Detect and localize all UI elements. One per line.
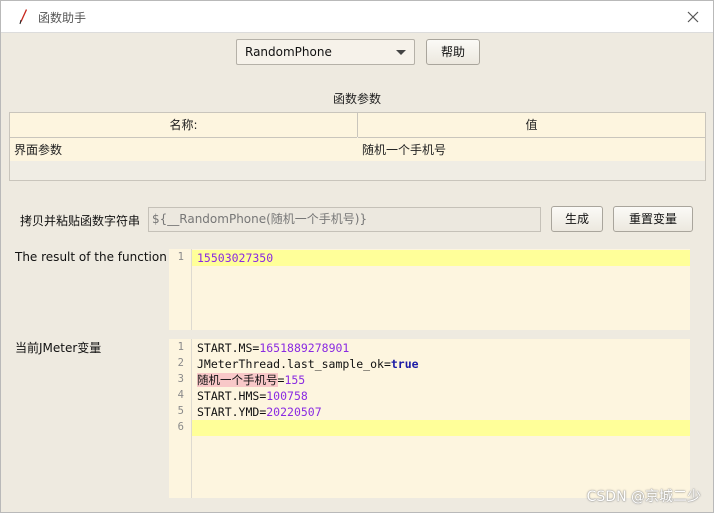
chevron-down-icon — [396, 50, 406, 55]
column-header-value[interactable]: 值 — [358, 113, 705, 138]
column-header-name[interactable]: 名称: — [10, 113, 357, 138]
params-section-title: 函数参数 — [332, 92, 381, 106]
line-number: 6 — [177, 421, 184, 433]
variable-key: 随机一个手机号 — [197, 373, 278, 387]
reset-variables-button[interactable]: 重置变量 — [613, 206, 693, 232]
title-bar[interactable]: 函数助手 — [1, 1, 713, 33]
result-label: The result of the function is — [15, 250, 181, 264]
close-icon[interactable] — [683, 7, 703, 27]
function-helper-dialog: 函数助手 RandomPhone 帮助 函数参数 名称: 值 界面参数 随机一个… — [0, 0, 714, 513]
variable-value: true — [390, 357, 419, 371]
line-number: 4 — [177, 389, 184, 401]
variable-value: 100758 — [266, 389, 308, 403]
result-editor[interactable]: 1 15503027350 — [169, 249, 690, 330]
jmeter-variables-label: 当前JMeter变量 — [15, 341, 102, 355]
copy-paste-label: 拷贝并粘贴函数字符串 — [20, 214, 141, 228]
line-number: 1 — [177, 341, 184, 353]
line-number: 2 — [177, 357, 184, 369]
feather-icon — [19, 9, 27, 25]
variable-line[interactable]: 随机一个手机号=155 — [197, 372, 305, 388]
line-number: 5 — [177, 405, 184, 417]
function-select-value: RandomPhone — [245, 45, 332, 59]
param-name-cell[interactable]: 界面参数 — [14, 139, 62, 161]
variable-key: START.YMD — [197, 405, 260, 419]
variable-line[interactable]: START.MS=1651889278901 — [197, 340, 349, 356]
variable-line[interactable]: START.HMS=100758 — [197, 388, 308, 404]
result-value[interactable]: 15503027350 — [197, 250, 273, 266]
current-line-highlight — [192, 420, 690, 436]
generate-button[interactable]: 生成 — [551, 206, 603, 232]
variable-line[interactable]: START.YMD=20220507 — [197, 404, 322, 420]
watermark: CSDN @京城二少 — [586, 489, 701, 505]
variable-key: START.MS — [197, 341, 253, 355]
variable-value: 155 — [284, 373, 306, 387]
function-select[interactable]: RandomPhone — [236, 39, 415, 65]
help-button[interactable]: 帮助 — [426, 39, 480, 65]
line-number: 1 — [177, 251, 184, 263]
params-table: 名称: 值 界面参数 随机一个手机号 — [9, 112, 706, 181]
param-value-cell[interactable]: 随机一个手机号 — [362, 139, 446, 161]
line-number: 3 — [177, 373, 184, 385]
jmeter-variables-editor[interactable]: 1 2 3 4 5 6 START.MS=1651889278901 JMete… — [169, 339, 690, 498]
variable-value: 20220507 — [266, 405, 322, 419]
table-row[interactable] — [10, 138, 705, 161]
window-title: 函数助手 — [38, 11, 87, 25]
variable-key: JMeterThread.last_sample_ok — [197, 357, 384, 371]
function-string-field[interactable]: ${__RandomPhone(随机一个手机号)} — [148, 207, 541, 232]
variable-key: START.HMS — [197, 389, 260, 403]
variable-line[interactable]: JMeterThread.last_sample_ok=true — [197, 356, 419, 372]
variable-value: 1651889278901 — [259, 341, 350, 355]
